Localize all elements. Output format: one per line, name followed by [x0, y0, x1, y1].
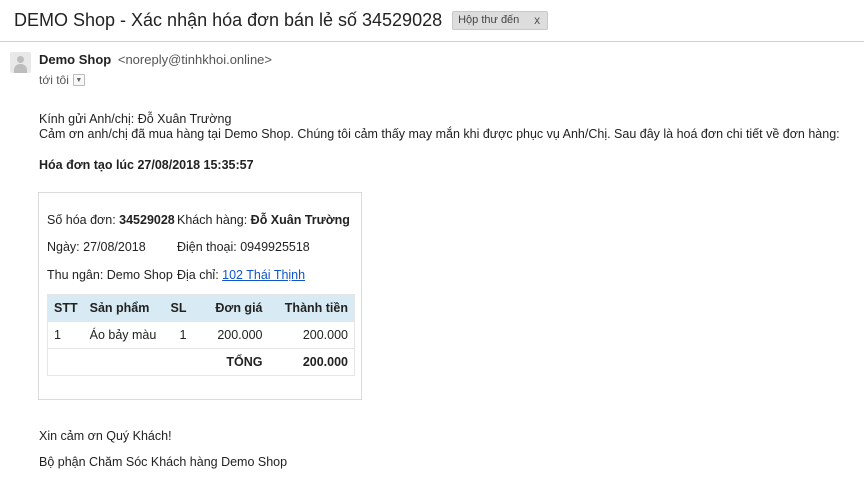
recipient-text: tới tôi [39, 73, 69, 87]
show-details-chevron-down-icon[interactable]: ▼ [72, 74, 85, 86]
address-label: Địa chỉ: [177, 268, 223, 282]
cell-quantity: 1 [179, 327, 187, 342]
header-divider [0, 41, 864, 42]
phone-value: 0949925518 [240, 240, 310, 254]
table-header-row: STT Sản phẩm SL Đơn giá Thành tiền [47, 294, 355, 322]
table-row: 1 Áo bảy màu 1 200.000 200.000 [48, 322, 355, 349]
invoice-number: Số hóa đơn: 34529028 [47, 213, 175, 227]
address-link[interactable]: 102 Thái Thịnh [222, 268, 305, 282]
closing-signature: Bộ phận Chăm Sóc Khách hàng Demo Shop [39, 455, 288, 469]
col-header-product: Sản phẩm [83, 294, 163, 322]
inbox-label-text: Hộp thư đến [458, 14, 520, 26]
remove-label-icon[interactable]: x [534, 13, 540, 27]
date-label: Ngày: [47, 240, 84, 254]
email-subject: DEMO Shop - Xác nhận hóa đơn bán lẻ số 3… [14, 9, 443, 30]
sender-name[interactable]: Demo Shop [39, 52, 111, 67]
sender-info: Demo Shop <noreply@tinhkhoi.online> [39, 52, 272, 67]
invoice-box: Số hóa đơn: 34529028 Khách hàng: Đỗ Xuân… [38, 192, 362, 400]
total-label: TỔNG [47, 348, 269, 376]
email-header: DEMO Shop - Xác nhận hóa đơn bán lẻ số 3… [10, 7, 549, 33]
cell-product: Áo bảy màu [89, 327, 157, 342]
thanks-text: Cảm ơn anh/chị đã mua hàng tại Demo Shop… [39, 127, 840, 141]
invoice-number-label: Số hóa đơn: [47, 213, 120, 227]
col-header-unit-price: Đơn giá [192, 294, 269, 322]
cell-unit-price: 200.000 [217, 327, 263, 342]
col-header-line-total: Thành tiền [268, 294, 355, 322]
col-header-quantity: SL [162, 294, 193, 322]
total-value: 200.000 [268, 348, 355, 376]
recipient-row: tới tôi ▼ [39, 73, 85, 87]
col-header-stt: STT [47, 294, 84, 322]
date-value: 27/08/2018 [83, 240, 146, 254]
customer-phone: Điện thoại: 0949925518 [177, 240, 310, 254]
table-total-row: TỔNG 200.000 [47, 348, 355, 376]
customer-address: Địa chỉ: 102 Thái Thịnh [177, 268, 305, 282]
phone-label: Điện thoại: [177, 240, 241, 254]
invoice-date: Ngày: 27/08/2018 [47, 240, 146, 254]
customer-label: Khách hàng: [177, 213, 251, 227]
customer-value: Đỗ Xuân Trường [250, 213, 350, 227]
greeting-text: Kính gửi Anh/chị: Đỗ Xuân Trường [39, 112, 232, 126]
cashier: Thu ngân: Demo Shop [47, 268, 173, 282]
sender-email: <noreply@tinhkhoi.online> [117, 52, 272, 67]
closing-thanks: Xin cảm ơn Quý Khách! [39, 429, 172, 443]
cashier-value: Demo Shop [106, 268, 173, 282]
cell-line-total: 200.000 [302, 327, 348, 342]
inbox-label-chip[interactable]: Hộp thư đến x [452, 10, 549, 30]
invoice-number-value: 34529028 [119, 213, 175, 227]
sender-avatar-icon [10, 52, 31, 73]
invoice-created-text: Hóa đơn tạo lúc 27/08/2018 15:35:57 [39, 158, 254, 172]
customer-name: Khách hàng: Đỗ Xuân Trường [177, 213, 350, 227]
cashier-label: Thu ngân: [47, 268, 107, 282]
invoice-items-table: STT Sản phẩm SL Đơn giá Thành tiền 1 Áo … [47, 294, 355, 376]
cell-stt: 1 [54, 327, 61, 342]
